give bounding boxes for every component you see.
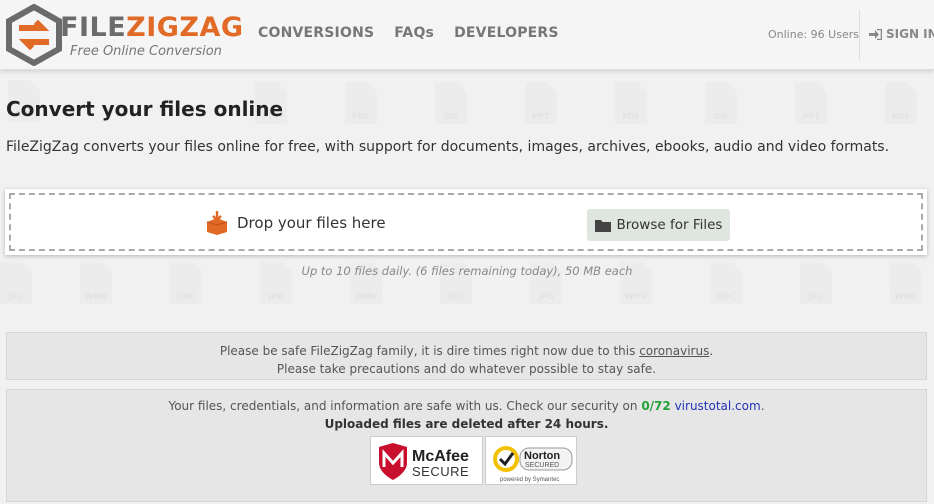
coronavirus-link[interactable]: coronavirus [639, 344, 709, 358]
security-line-1: Your files, credentials, and information… [168, 399, 765, 413]
svg-text:SECURE: SECURE [412, 464, 469, 479]
mcafee-shield-icon: McAfee SECURE [379, 443, 469, 480]
virustotal-score: 0/72 [641, 399, 671, 413]
svg-text:powered by Symantec: powered by Symantec [500, 477, 559, 483]
upload-limits: Up to 10 files daily. (6 files remaining… [301, 264, 633, 278]
nav-faqs[interactable]: FAQs [394, 25, 434, 41]
nav-developers[interactable]: DEVELOPERS [454, 25, 559, 41]
drop-label-text: Drop your files here [237, 214, 386, 232]
file-pattern-icon: PPT [795, 82, 827, 124]
sign-in-icon [869, 28, 882, 40]
brand-name-part2: ZIGZAG [126, 12, 244, 43]
browse-files-label: Browse for Files [616, 217, 723, 233]
filezigzag-logo-icon[interactable] [4, 4, 64, 66]
header-divider [859, 10, 860, 60]
svg-text:McAfee: McAfee [412, 448, 469, 465]
virustotal-link[interactable]: virustotal.com [675, 399, 761, 413]
norton-secured-badge[interactable]: Norton SECURED powered by Symantec [485, 436, 577, 485]
browse-files-button[interactable]: Browse for Files [587, 209, 730, 241]
file-drop-zone[interactable]: Drop your files here Browse for Files [5, 189, 927, 255]
safety-notice: Please be safe FileZigZag family, it is … [6, 332, 927, 380]
sign-in-label: SIGN IN [886, 27, 934, 41]
file-pattern-icon: PDF [885, 82, 917, 124]
tagline: Free Online Conversion [70, 44, 222, 59]
file-pattern-icon: GIF [435, 82, 467, 124]
file-pattern-icon: PPT [525, 82, 557, 124]
site-header: FILEZIGZAG Free Online Conversion CONVER… [0, 0, 934, 70]
notice-line-1: Please be safe FileZigZag family, it is … [219, 344, 714, 358]
file-pattern-icon: GIF [705, 82, 737, 124]
brand-name[interactable]: FILEZIGZAG [60, 14, 244, 42]
page-description: FileZigZag converts your files online fo… [6, 139, 890, 155]
svg-text:Norton: Norton [524, 450, 560, 462]
norton-check-icon: Norton SECURED powered by Symantec [493, 446, 573, 483]
svg-text:SECURED: SECURED [525, 462, 559, 469]
security-info: Your files, credentials, and information… [6, 389, 927, 502]
file-pattern-icon: PDF [615, 82, 647, 124]
main-nav: CONVERSIONS FAQs DEVELOPERS [258, 25, 579, 41]
online-users-count: Online: 96 Users [768, 28, 859, 41]
security-badges: McAfee SECURE Norton SECURED powered by … [370, 436, 579, 485]
drop-zone-border [9, 193, 923, 251]
page-title: Convert your files online [6, 97, 284, 121]
download-box-icon [206, 211, 228, 235]
mcafee-secure-badge[interactable]: McAfee SECURE [370, 436, 483, 485]
drop-label: Drop your files here [205, 211, 386, 235]
brand-name-part1: FILE [60, 12, 127, 43]
notice-line-2: Please take precautions and do whatever … [276, 362, 657, 376]
security-line-2: Uploaded files are deleted after 24 hour… [324, 417, 609, 431]
folder-icon [594, 219, 611, 232]
nav-conversions[interactable]: CONVERSIONS [258, 25, 374, 41]
sign-in-link[interactable]: SIGN IN [869, 27, 934, 41]
file-pattern-icon: PDF [345, 82, 377, 124]
